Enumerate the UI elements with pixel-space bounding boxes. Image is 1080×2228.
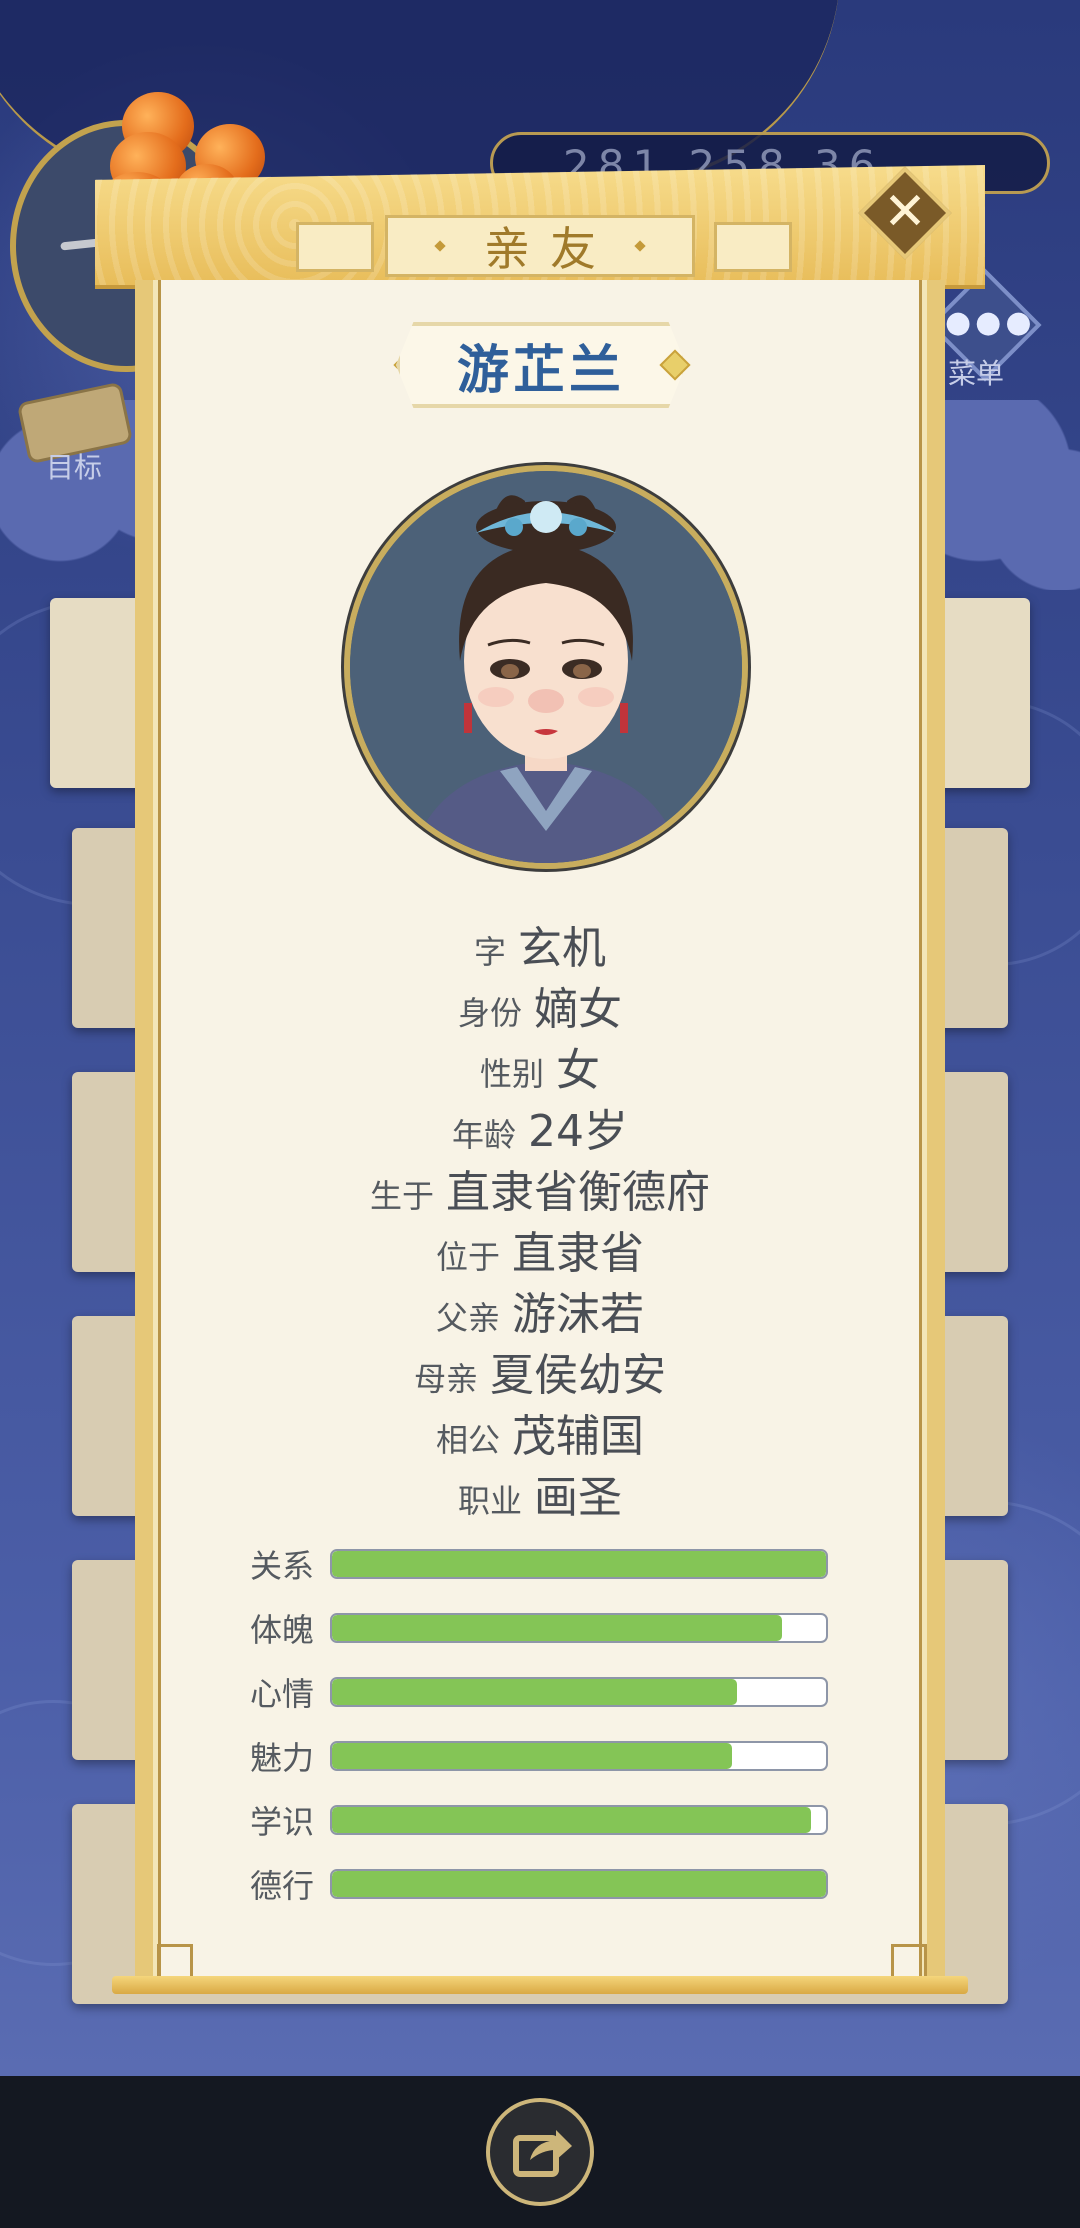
info-label: 相公 — [435, 1421, 500, 1459]
info-label: 生于 — [369, 1177, 434, 1215]
info-value: 画圣 — [534, 1472, 622, 1523]
stat-label: 体魄 — [250, 1611, 315, 1649]
goal-label: 目标 — [46, 451, 103, 484]
info-row-style-name: 字玄机 — [135, 912, 945, 974]
info-label: 母亲 — [413, 1360, 478, 1398]
stat-row-virtue: 德行 — [250, 1852, 830, 1916]
info-value: 游沫若 — [512, 1289, 644, 1340]
stat-fill — [332, 1871, 826, 1897]
portrait-illustration — [350, 471, 742, 863]
title-side-plaque — [714, 222, 792, 272]
stat-fill — [332, 1615, 782, 1641]
scroll-bottom-rod — [112, 1976, 968, 1994]
info-row-husband: 相公 茂辅国 — [135, 1400, 945, 1462]
title-ornament — [634, 240, 646, 252]
character-info-list: 字玄机 身份 嫡女 性别女 年龄 24岁 生于 直隶省衡德府 位于 直隶省 父亲 游沫若 … — [135, 912, 945, 1523]
stat-bar — [330, 1613, 828, 1643]
stat-label: 学识 — [250, 1803, 315, 1841]
dialog-title: 亲友 — [484, 222, 616, 276]
dialog-title-plaque: 亲友 — [385, 215, 695, 277]
stat-fill — [332, 1551, 826, 1577]
info-value: 女 — [556, 1045, 600, 1096]
share-icon — [513, 2130, 572, 2177]
info-value: 直隶省 — [512, 1228, 644, 1279]
info-value: 茂辅国 — [512, 1411, 644, 1462]
info-row-occupation: 职业 画圣 — [135, 1461, 945, 1523]
info-label: 字 — [473, 933, 506, 971]
info-label: 身份 — [457, 994, 522, 1032]
info-label: 父亲 — [435, 1299, 500, 1337]
info-label: 性别 — [479, 1055, 544, 1093]
stat-row-mood: 心情 — [250, 1660, 830, 1724]
info-value: 24岁 — [528, 1106, 628, 1157]
info-row-location: 位于 直隶省 — [135, 1217, 945, 1279]
info-value: 嫡女 — [534, 984, 622, 1035]
info-row-identity: 身份 嫡女 — [135, 973, 945, 1035]
stat-bar — [330, 1869, 828, 1899]
stat-fill — [332, 1743, 733, 1769]
info-row-gender: 性别女 — [135, 1034, 945, 1096]
share-button[interactable] — [486, 2098, 594, 2206]
character-name-plaque: 游芷兰 — [396, 322, 686, 408]
stat-bar — [330, 1677, 828, 1707]
stat-row-physique: 体魄 — [250, 1596, 830, 1660]
stat-row-charm: 魅力 — [250, 1724, 830, 1788]
title-ornament — [434, 240, 446, 252]
stat-row-knowledge: 学识 — [250, 1788, 830, 1852]
more-icon: ●●● — [945, 305, 1036, 340]
info-label: 年龄 — [451, 1116, 516, 1154]
menu-label: 菜单 — [948, 357, 1005, 390]
title-side-plaque — [296, 222, 374, 272]
panel-corner-ornament — [157, 1944, 193, 1980]
info-row-age: 年龄 24岁 — [135, 1095, 945, 1157]
info-value: 玄机 — [518, 923, 606, 974]
character-portrait — [344, 465, 748, 869]
stat-bar — [330, 1549, 828, 1579]
info-row-birthplace: 生于 直隶省衡德府 — [135, 1156, 945, 1218]
character-name: 游芷兰 — [456, 340, 625, 401]
stat-label: 关系 — [250, 1547, 315, 1585]
info-value: 直隶省衡德府 — [446, 1167, 710, 1218]
stat-fill — [332, 1679, 738, 1705]
info-label: 职业 — [457, 1482, 522, 1520]
stat-label: 德行 — [250, 1867, 315, 1905]
info-row-mother: 母亲 夏侯幼安 — [135, 1339, 945, 1401]
info-label: 位于 — [435, 1238, 500, 1276]
stat-row-relationship: 关系 — [250, 1532, 830, 1596]
attribute-bars: 关系 体魄 心情 魅力 学识 德行 — [250, 1532, 830, 1916]
info-value: 夏侯幼安 — [490, 1350, 666, 1401]
stat-label: 心情 — [250, 1675, 315, 1713]
stat-fill — [332, 1807, 812, 1833]
stat-bar — [330, 1741, 828, 1771]
panel-corner-ornament — [891, 1944, 927, 1980]
info-row-father: 父亲 游沫若 — [135, 1278, 945, 1340]
stat-label: 魅力 — [250, 1739, 315, 1777]
stat-bar — [330, 1805, 828, 1835]
